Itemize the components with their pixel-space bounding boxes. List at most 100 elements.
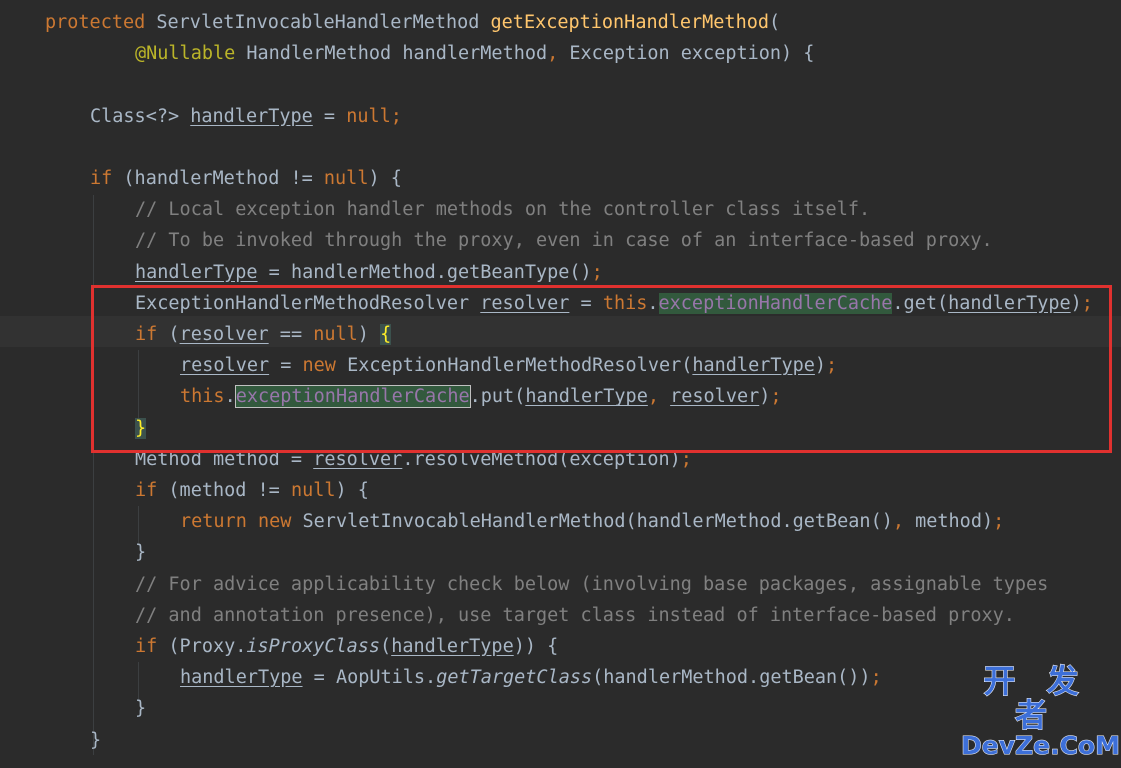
code-token: method)	[915, 511, 994, 533]
indent-guide	[93, 195, 94, 755]
code-token: .put(	[469, 386, 526, 408]
code-token: handlerType	[948, 292, 1071, 314]
code-line[interactable]: @Nullable HandlerMethod handlerMethod, E…	[135, 38, 814, 69]
code-token: isProxyClass	[246, 636, 381, 657]
code-line[interactable]: }	[90, 725, 101, 756]
code-token: resolver	[480, 292, 570, 314]
code-token: protected	[45, 12, 157, 33]
code-token: ExceptionHandlerMethodResolver(	[347, 355, 693, 377]
code-token: resolver	[313, 448, 403, 470]
code-token: if	[135, 636, 169, 657]
watermark-bottom: DevZe.CoM	[961, 731, 1121, 760]
code-token: Method method =	[135, 448, 314, 470]
code-token: ExceptionHandlerMethodResolver	[135, 292, 481, 314]
code-line[interactable]: if (method != null) {	[135, 475, 369, 506]
code-line[interactable]: ExceptionHandlerMethodResolver resolver …	[135, 288, 1093, 319]
code-token: }	[135, 417, 147, 439]
indent-guide	[138, 350, 139, 420]
code-token: .get(	[892, 292, 949, 314]
code-token: ServletInvocableHandlerMethod(handlerMet…	[302, 511, 893, 533]
code-token: ,	[647, 386, 671, 408]
code-line[interactable]: resolver = new ExceptionHandlerMethodRes…	[180, 350, 837, 381]
code-token: exceptionHandlerCache	[234, 385, 471, 409]
code-token: ) {	[368, 168, 402, 189]
code-token: (handlerMethod.getBean())	[592, 667, 871, 689]
code-token: )	[1070, 292, 1082, 314]
code-token: {	[380, 324, 392, 345]
code-line[interactable]: }	[135, 693, 146, 724]
code-line[interactable]: // Local exception handler methods on th…	[135, 194, 870, 225]
code-token: .resolveMethod(exception)	[402, 448, 681, 470]
code-token: resolver	[670, 386, 760, 408]
code-line[interactable]: if (handlerMethod != null) {	[90, 163, 402, 194]
code-token: null	[290, 480, 336, 501]
code-token: Exception exception) {	[569, 43, 815, 65]
code-token: }	[90, 729, 102, 751]
code-line[interactable]: Class<?> handlerType = null;	[90, 101, 402, 132]
code-token: ServletInvocableHandlerMethod	[156, 12, 491, 33]
code-token: handlerType	[190, 105, 313, 127]
code-line[interactable]: // To be invoked through the proxy, even…	[135, 225, 993, 256]
code-token: handlerType	[391, 636, 514, 657]
code-token: null	[313, 324, 358, 345]
code-token: Class<?>	[90, 105, 191, 127]
code-token: ;	[680, 448, 692, 470]
code-token: HandlerMethod handlerMethod	[246, 43, 548, 65]
code-line[interactable]: // For advice applicability check below …	[135, 569, 1048, 600]
code-token: = AopUtils.	[302, 667, 437, 689]
code-token: ) {	[335, 480, 369, 501]
code-token: ;	[870, 667, 882, 689]
code-token: (	[768, 12, 781, 33]
code-line[interactable]: // and annotation presence), use target …	[135, 600, 1015, 631]
code-token: ;	[770, 386, 782, 408]
code-token: }	[135, 542, 147, 564]
code-line[interactable]: this.exceptionHandlerCache.put(handlerTy…	[180, 381, 782, 412]
code-token: )	[759, 386, 771, 408]
code-line[interactable]: }	[135, 537, 146, 568]
code-token: handlerType	[180, 667, 303, 689]
code-token: ;	[1081, 292, 1093, 314]
code-token: (handlerMethod !=	[123, 168, 324, 189]
code-line[interactable]: }	[135, 413, 147, 444]
code-token: ==	[268, 324, 314, 345]
code-token: )) {	[513, 636, 559, 657]
code-token: getExceptionHandlerMethod	[490, 12, 769, 33]
code-token: resolver	[180, 355, 270, 377]
code-line[interactable]: protected ServletInvocableHandlerMethod …	[45, 7, 780, 38]
code-line[interactable]: handlerType = handlerMethod.getBeanType(…	[135, 257, 603, 288]
code-token: // To be invoked through the proxy, even…	[135, 230, 993, 252]
code-token: (method !=	[168, 480, 291, 501]
code-token: getTargetClass	[436, 667, 593, 689]
code-token: =	[312, 105, 347, 127]
code-token: if	[135, 324, 169, 345]
code-line[interactable]: handlerType = AopUtils.getTargetClass(ha…	[180, 662, 882, 693]
code-token: @Nullable	[135, 43, 247, 65]
code-token: ,	[547, 43, 570, 65]
code-token: (	[380, 636, 392, 657]
code-token: handlerType	[135, 261, 258, 283]
code-token: )	[814, 355, 827, 377]
code-token: // For advice applicability check below …	[135, 573, 1049, 595]
code-token: )	[357, 324, 381, 345]
code-token: =	[569, 292, 603, 314]
code-token: ,	[892, 511, 916, 533]
code-line[interactable]: if (resolver == null) {	[135, 319, 392, 350]
code-token: // Local exception handler methods on th…	[135, 199, 871, 221]
code-token: ;	[826, 355, 838, 377]
code-line[interactable]: if (Proxy.isProxyClass(handlerType)) {	[135, 631, 558, 662]
code-token: new	[302, 355, 348, 377]
code-token: = handlerMethod.getBeanType()	[257, 261, 592, 283]
code-token: null;	[346, 105, 402, 127]
code-token: .	[224, 386, 236, 408]
code-editor[interactable]: protected ServletInvocableHandlerMethod …	[0, 0, 1121, 768]
code-token: (Proxy.	[168, 636, 247, 657]
code-token: handlerType	[692, 355, 815, 377]
code-line[interactable]: return new ServletInvocableHandlerMethod…	[180, 506, 1004, 537]
code-token: resolver	[179, 324, 269, 345]
code-token: ;	[591, 261, 603, 283]
code-token: (	[168, 324, 180, 345]
code-token: // and annotation presence), use target …	[135, 604, 1015, 626]
code-line[interactable]: Method method = resolver.resolveMethod(e…	[135, 444, 692, 475]
code-token: .	[647, 292, 659, 314]
code-token: if	[135, 480, 169, 501]
